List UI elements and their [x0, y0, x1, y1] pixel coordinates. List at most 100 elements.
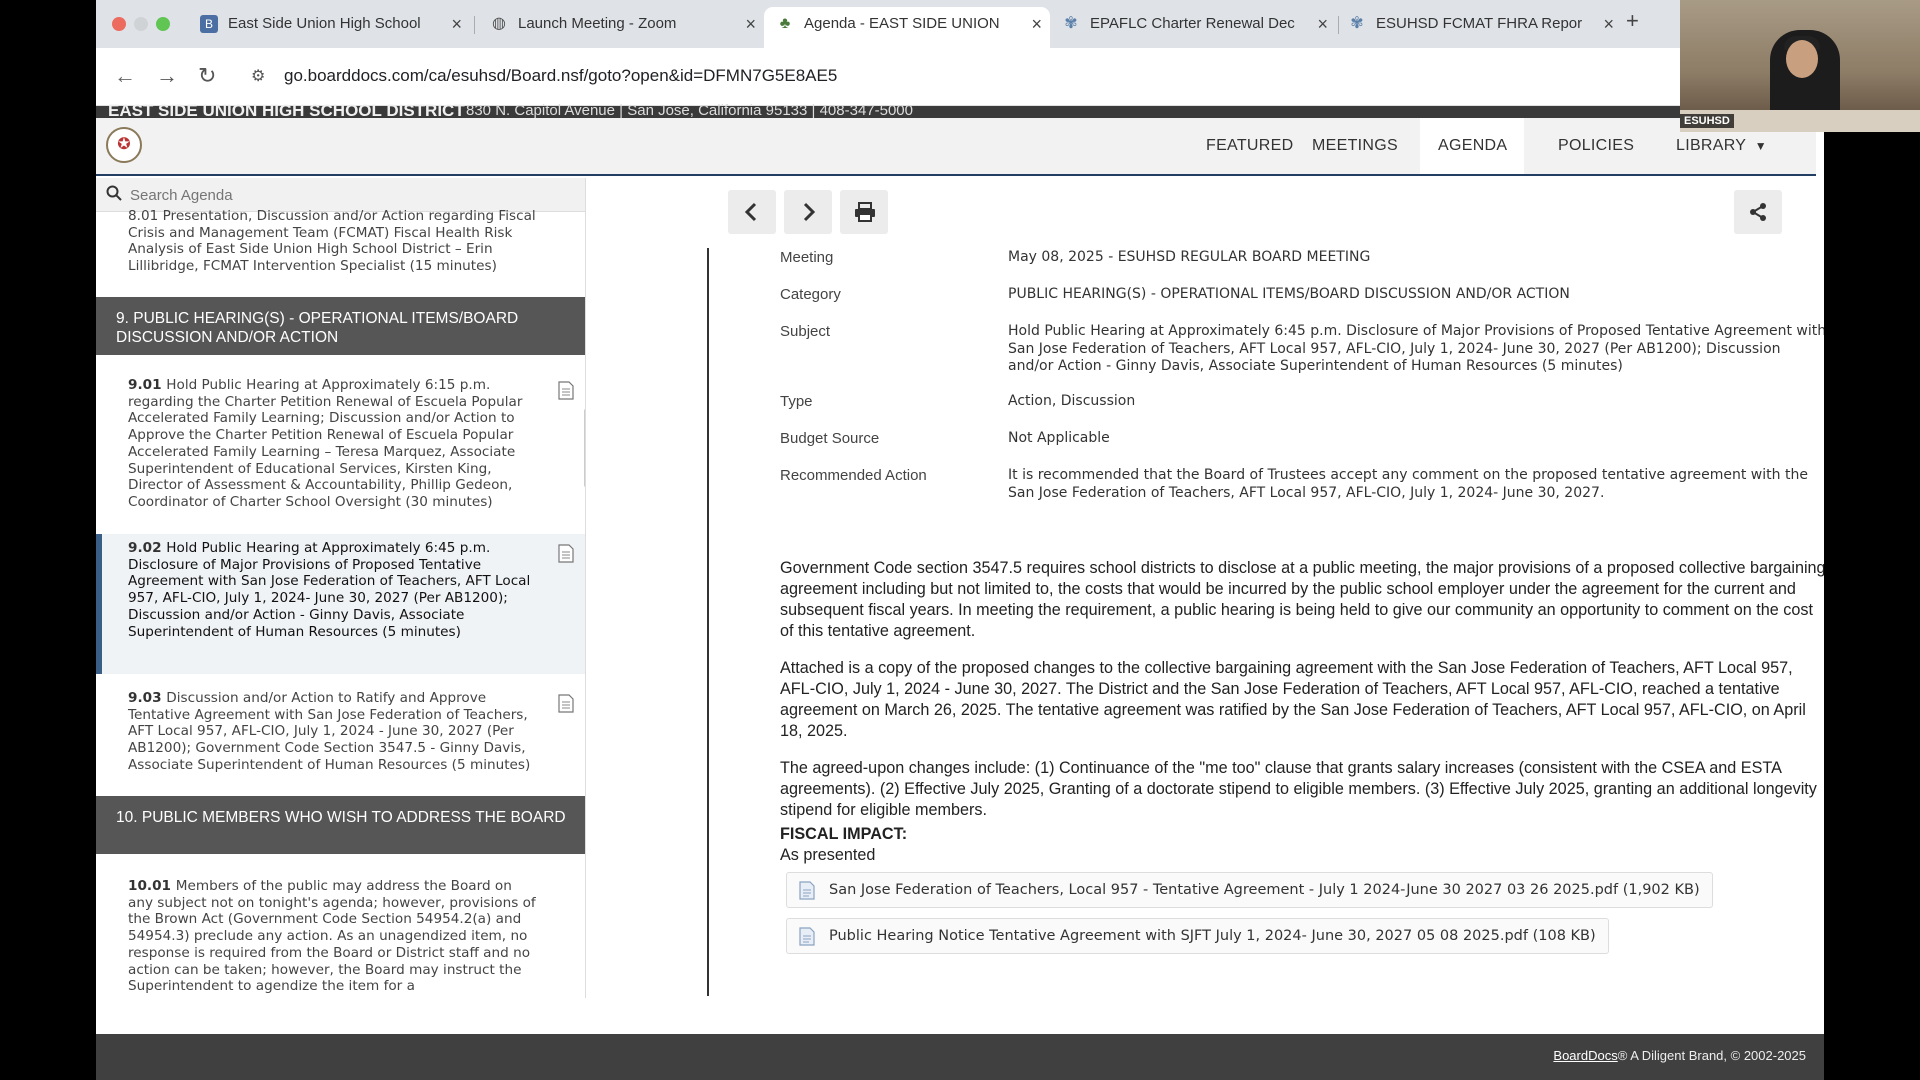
search-agenda-input[interactable]	[130, 182, 570, 208]
budget-source-value: Not Applicable	[1008, 430, 1110, 446]
section-title: 9. PUBLIC HEARING(S) - OPERATIONAL ITEMS…	[116, 310, 519, 346]
boarddocs-link[interactable]: BoardDocs	[1553, 1048, 1617, 1063]
tree-icon: ♣	[779, 15, 791, 32]
body-paragraph: The agreed-upon changes include: (1) Con…	[780, 759, 1817, 819]
close-tab-icon[interactable]: ×	[745, 7, 756, 41]
nav-library-label: LIBRARY	[1676, 137, 1746, 154]
black-margin	[1824, 132, 1920, 1080]
tab-label: East Side Union High School	[228, 15, 421, 32]
browser-tab[interactable]: ✾ EPAFLC Charter Renewal Dec ×	[1050, 7, 1336, 41]
section-title: 10. PUBLIC MEMBERS WHO WISH TO ADDRESS T…	[116, 809, 566, 826]
browser-tab-active[interactable]: ♣ Agenda - EAST SIDE UNION ×	[764, 7, 1050, 48]
tab-bar: B East Side Union High School × ◍ Launch…	[96, 0, 1824, 48]
search-bar	[96, 178, 585, 212]
printer-icon	[855, 202, 875, 222]
recommended-action-value: It is recommended that the Board of Trus…	[1008, 467, 1808, 501]
nav-policies[interactable]: POLICIES	[1540, 118, 1652, 174]
district-icon: ✾	[1064, 15, 1078, 32]
recommended-action-label: Recommended Action	[780, 467, 927, 484]
agenda-item-text: Members of the public may address the Bo…	[128, 878, 536, 995]
address-bar: ← → ↻ ⚙ go.boarddocs.com/ca/esuhsd/Board…	[96, 48, 1824, 106]
agenda-item-list: 8.01 Presentation, Discussion and/or Act…	[96, 208, 585, 998]
close-tab-icon[interactable]: ×	[1031, 7, 1042, 41]
type-label: Type	[780, 393, 813, 410]
tab-label: ESUHSD FCMAT FHRA Repor	[1376, 15, 1583, 32]
browser-tab[interactable]: ◍ Launch Meeting - Zoom ×	[478, 7, 764, 41]
meeting-label: Meeting	[780, 249, 834, 266]
document-icon[interactable]	[558, 544, 574, 563]
detail-left-border	[707, 248, 709, 996]
site-header: ✪ FEATURED MEETINGS AGENDA POLICIES LIBR…	[96, 118, 1816, 176]
footer-credit: BoardDocs® A Diligent Brand, © 2002-2025	[1553, 1048, 1806, 1063]
category-value: PUBLIC HEARING(S) - OPERATIONAL ITEMS/BO…	[1008, 286, 1570, 302]
subject-label: Subject	[780, 323, 831, 340]
file-icon	[799, 881, 815, 900]
agenda-item-text: Hold Public Hearing at Approximately 6:4…	[128, 540, 531, 640]
reload-icon[interactable]: ↻	[198, 64, 216, 88]
url-field[interactable]: go.boarddocs.com/ca/esuhsd/Board.nsf/got…	[284, 66, 837, 86]
new-tab-button[interactable]: +	[1626, 8, 1639, 34]
agenda-item-number: 9.02	[128, 540, 167, 556]
tab-separator	[474, 16, 475, 34]
sidebar-scrollbar[interactable]	[584, 408, 585, 488]
maximize-window-button[interactable]	[156, 17, 170, 31]
share-button[interactable]	[1734, 190, 1782, 234]
document-icon[interactable]	[558, 381, 574, 400]
agenda-item-9-01[interactable]: 9.01 Hold Public Hearing at Approximatel…	[96, 377, 585, 532]
tab-label: EPAFLC Charter Renewal Dec	[1090, 15, 1295, 32]
subject-value: Hold Public Hearing at Approximately 6:4…	[1008, 323, 1824, 374]
chevron-down-icon: ▼	[1754, 139, 1767, 153]
fiscal-impact-heading: FISCAL IMPACT:	[780, 825, 908, 843]
agenda-item-text: Discussion and/or Action to Ratify and A…	[128, 690, 531, 773]
nav-agenda[interactable]: AGENDA	[1420, 118, 1524, 174]
webcam-video: ESUHSD	[1680, 0, 1920, 132]
globe-icon: ◍	[492, 15, 506, 32]
fiscal-impact-value: As presented	[780, 846, 876, 864]
close-window-button[interactable]	[112, 17, 126, 31]
back-arrow-icon[interactable]: ←	[114, 64, 136, 88]
district-address: 830 N. Capitol Avenue | San Jose, Califo…	[466, 102, 913, 119]
forward-arrow-icon[interactable]: →	[156, 64, 178, 88]
document-icon[interactable]	[558, 694, 574, 713]
close-tab-icon[interactable]: ×	[451, 7, 462, 41]
search-icon	[106, 185, 122, 201]
body-paragraph: Attached is a copy of the proposed chang…	[780, 659, 1806, 740]
close-tab-icon[interactable]: ×	[1603, 7, 1614, 41]
webcam-person-head	[1786, 40, 1818, 78]
attachment-link[interactable]: San Jose Federation of Teachers, Local 9…	[786, 872, 1713, 908]
attachment-name: Public Hearing Notice Tentative Agreemen…	[829, 928, 1596, 944]
browser-window: B East Side Union High School × ◍ Launch…	[96, 0, 1824, 1080]
nav-meetings[interactable]: MEETINGS	[1294, 118, 1416, 174]
page: EAST SIDE UNION HIGH SCHOOL DISTRICT 830…	[96, 101, 1824, 1080]
district-seal-logo[interactable]: ✪	[106, 127, 142, 163]
type-value: Action, Discussion	[1008, 393, 1136, 409]
chevron-left-icon	[744, 202, 757, 222]
site-info-icon[interactable]: ⚙	[251, 66, 265, 86]
agenda-item-number: 9.03	[128, 690, 167, 706]
attachment-link[interactable]: Public Hearing Notice Tentative Agreemen…	[786, 918, 1609, 954]
print-button[interactable]	[840, 190, 888, 234]
agenda-item-text: Hold Public Hearing at Approximately 6:1…	[128, 377, 523, 510]
agenda-item-10-01[interactable]: 10.01 Members of the public may address …	[96, 878, 585, 998]
browser-tab[interactable]: B East Side Union High School ×	[188, 7, 470, 41]
previous-item-button[interactable]	[728, 190, 776, 234]
share-icon	[1750, 203, 1766, 221]
agenda-sidebar: 8.01 Presentation, Discussion and/or Act…	[96, 178, 586, 998]
page-footer: BoardDocs® A Diligent Brand, © 2002-2025	[96, 1034, 1824, 1080]
footer-copyright: ® A Diligent Brand, © 2002-2025	[1617, 1048, 1806, 1063]
meeting-value: May 08, 2025 - ESUHSD REGULAR BOARD MEET…	[1008, 249, 1371, 265]
nav-featured[interactable]: FEATURED	[1188, 118, 1311, 174]
agenda-item-9-02[interactable]: 9.02 Hold Public Hearing at Approximatel…	[96, 534, 585, 674]
browser-tab[interactable]: ✾ ESUHSD FCMAT FHRA Repor ×	[1336, 7, 1622, 41]
agenda-detail: Meeting May 08, 2025 - ESUHSD REGULAR BO…	[596, 178, 1824, 998]
next-item-button[interactable]	[784, 190, 832, 234]
body-paragraph: Government Code section 3547.5 requires …	[780, 559, 1824, 640]
agenda-item-8-01[interactable]: 8.01 Presentation, Discussion and/or Act…	[96, 208, 585, 292]
district-icon: ✾	[1350, 15, 1364, 32]
agenda-item-9-03[interactable]: 9.03 Discussion and/or Action to Ratify …	[96, 690, 585, 810]
section-10-header[interactable]: 10. PUBLIC MEMBERS WHO WISH TO ADDRESS T…	[96, 796, 585, 854]
file-icon	[799, 927, 815, 946]
minimize-window-button[interactable]	[134, 17, 148, 31]
section-9-header[interactable]: 9. PUBLIC HEARING(S) - OPERATIONAL ITEMS…	[96, 297, 585, 355]
close-tab-icon[interactable]: ×	[1317, 7, 1328, 41]
